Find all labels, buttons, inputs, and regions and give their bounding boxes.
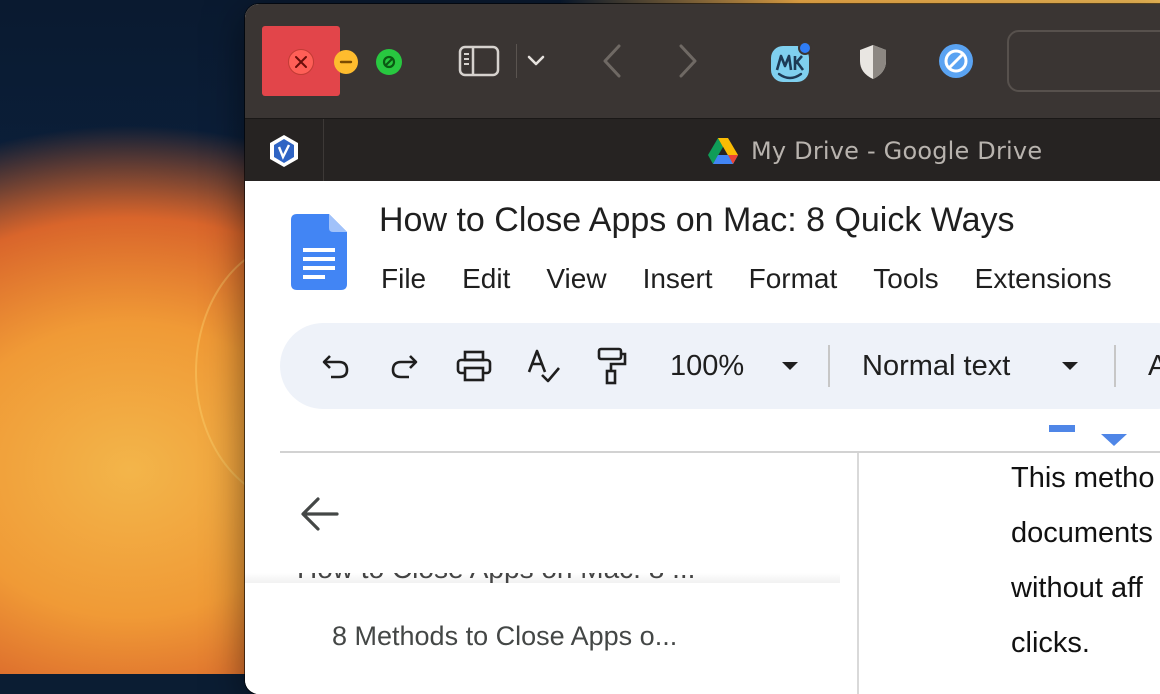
toolbar-separator [516, 44, 517, 78]
shield-icon [860, 45, 886, 79]
minimize-window-button[interactable] [334, 50, 358, 74]
document-title[interactable]: How to Close Apps on Mac: 8 Quick Ways [379, 201, 1015, 240]
tab-bar: My Drive - Google Drive [245, 118, 1160, 182]
chevron-down-icon [527, 55, 545, 66]
minimize-icon [339, 60, 353, 64]
close-icon [295, 56, 307, 68]
docs-icon [291, 214, 347, 290]
menu-extensions[interactable]: Extensions [975, 263, 1112, 295]
forward-button[interactable] [673, 42, 703, 80]
body-line: clicks. [1011, 627, 1090, 659]
menu-insert[interactable]: Insert [643, 263, 713, 295]
sidebar-toggle-button[interactable] [457, 42, 501, 80]
extension-mackeeper-button[interactable] [769, 40, 815, 86]
toolbar-divider [828, 345, 830, 387]
style-dropdown-arrow[interactable] [1060, 345, 1080, 387]
menu-view[interactable]: View [546, 263, 606, 295]
outline-divider [857, 453, 859, 694]
font-select[interactable]: A [1148, 345, 1160, 387]
active-tab[interactable]: My Drive - Google Drive [707, 135, 1042, 167]
extension-blocker-button[interactable] [935, 40, 977, 82]
caret-down-icon [1062, 362, 1078, 370]
zoom-dropdown-arrow[interactable] [780, 345, 800, 387]
spellcheck-icon [527, 349, 560, 383]
chevron-left-icon [603, 44, 621, 78]
document-body-text[interactable]: This metho documents without aff clicks. [1011, 451, 1154, 671]
pinned-tab[interactable] [245, 119, 324, 182]
back-button[interactable] [597, 42, 627, 80]
mackeeper-icon [771, 41, 812, 82]
document-outline-panel: How to Close Apps on Mac: 8 ... 8 Method… [245, 453, 857, 694]
google-docs-page: How to Close Apps on Mac: 8 Quick Ways F… [245, 181, 1160, 694]
tab-title: My Drive - Google Drive [751, 137, 1043, 165]
google-docs-logo[interactable] [291, 214, 347, 295]
close-window-button[interactable] [288, 49, 314, 75]
extension-shield-button[interactable] [855, 42, 891, 82]
body-line: This metho [1011, 462, 1155, 494]
paint-format-button[interactable] [594, 345, 630, 387]
blocker-icon [939, 44, 973, 78]
sidebar-icon [458, 45, 500, 77]
outline-item[interactable]: 8 Methods to Close Apps o... [332, 621, 677, 652]
browser-titlebar [245, 4, 1160, 118]
body-line: documents [1011, 517, 1153, 549]
menu-edit[interactable]: Edit [462, 263, 510, 295]
body-line: without aff [1011, 572, 1143, 604]
docs-menu-bar: File Edit View Insert Format Tools Exten… [381, 263, 1148, 295]
redo-button[interactable] [386, 345, 422, 387]
menu-tools[interactable]: Tools [873, 263, 938, 295]
zoom-select[interactable]: 100% [670, 345, 744, 387]
browser-window: My Drive - Google Drive How to Close App… [245, 4, 1160, 694]
docs-toolbar: 100% Normal text A [280, 323, 1160, 409]
outline-heading-truncated[interactable]: How to Close Apps on Mac: 8 ... [245, 573, 840, 583]
outline-back-button[interactable] [299, 493, 341, 535]
undo-button[interactable] [318, 345, 354, 387]
zoom-window-button[interactable] [376, 49, 402, 75]
pinned-extension-icon [270, 134, 298, 167]
caret-down-icon [782, 362, 798, 370]
google-drive-icon [708, 138, 738, 164]
ruler-tab-marker[interactable] [1101, 434, 1127, 446]
toolbar-divider [1114, 345, 1116, 387]
arrow-left-icon [301, 497, 339, 531]
menu-file[interactable]: File [381, 263, 426, 295]
menu-format[interactable]: Format [749, 263, 838, 295]
redo-icon [391, 355, 418, 379]
print-button[interactable] [454, 345, 494, 387]
print-icon [456, 350, 492, 382]
ruler-indent-marker[interactable] [1049, 425, 1075, 432]
zoom-icon [382, 55, 396, 69]
undo-icon [322, 355, 349, 379]
chevron-right-icon [679, 44, 697, 78]
paragraph-style-select[interactable]: Normal text [862, 345, 1010, 387]
address-bar[interactable] [1007, 30, 1160, 92]
spellcheck-button[interactable] [524, 345, 564, 387]
tab-group-menu-button[interactable] [525, 50, 547, 72]
paint-format-icon [597, 347, 627, 385]
